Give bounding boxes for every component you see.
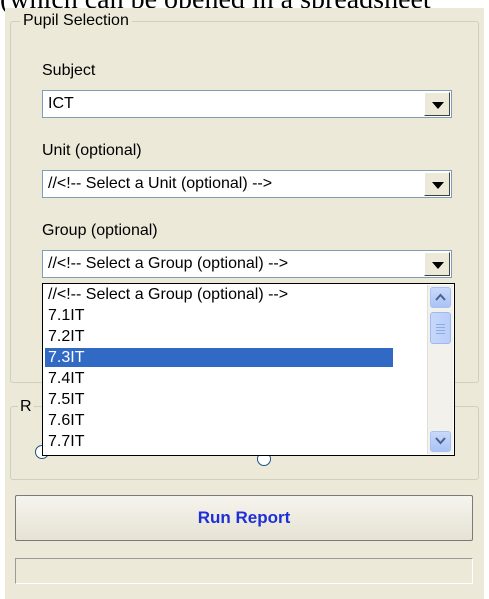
group-dropdown-button[interactable]	[424, 252, 450, 276]
subject-value: ICT	[48, 95, 74, 112]
unit-dropdown-button[interactable]	[424, 172, 450, 196]
chevron-up-icon	[435, 293, 446, 301]
dropdown-option[interactable]: 7.7IT	[45, 432, 393, 451]
status-bar	[15, 558, 473, 584]
scroll-thumb[interactable]	[430, 312, 451, 344]
unit-label: Unit (optional)	[42, 142, 142, 159]
chevron-down-icon	[432, 262, 444, 269]
chevron-down-icon	[432, 102, 444, 109]
unit-select[interactable]: //<!-- Select a Unit (optional) -->	[42, 170, 452, 198]
dropdown-option[interactable]: 7.5IT	[45, 390, 393, 409]
chevron-down-icon	[432, 182, 444, 189]
dropdown-scrollbar[interactable]	[427, 285, 453, 454]
dropdown-option[interactable]: 7.3IT	[45, 348, 393, 367]
group-label: Group (optional)	[42, 222, 158, 239]
dropdown-option[interactable]: 7.6IT	[45, 411, 393, 430]
subject-dropdown-button[interactable]	[424, 92, 450, 116]
run-report-button[interactable]: Run Report	[15, 495, 473, 541]
scroll-down-button[interactable]	[430, 431, 451, 452]
subject-select[interactable]: ICT	[42, 90, 452, 118]
pupil-selection-title: Pupil Selection	[20, 12, 132, 30]
dropdown-option[interactable]: //<!-- Select a Group (optional) -->	[45, 285, 393, 304]
group-select[interactable]: //<!-- Select a Group (optional) -->	[42, 250, 452, 278]
chevron-down-icon	[435, 437, 446, 445]
dropdown-option[interactable]: 7.2IT	[45, 327, 393, 346]
report-options-title: R	[18, 398, 34, 416]
dropdown-option[interactable]: 7.1IT	[45, 306, 393, 325]
unit-value: //<!-- Select a Unit (optional) -->	[48, 175, 273, 192]
group-value: //<!-- Select a Group (optional) -->	[48, 255, 289, 272]
group-dropdown-list[interactable]: //<!-- Select a Group (optional) --> 7.1I…	[42, 283, 455, 456]
dropdown-option[interactable]: 7.4IT	[45, 369, 393, 388]
scroll-up-button[interactable]	[430, 287, 451, 308]
subject-label: Subject	[42, 62, 96, 79]
